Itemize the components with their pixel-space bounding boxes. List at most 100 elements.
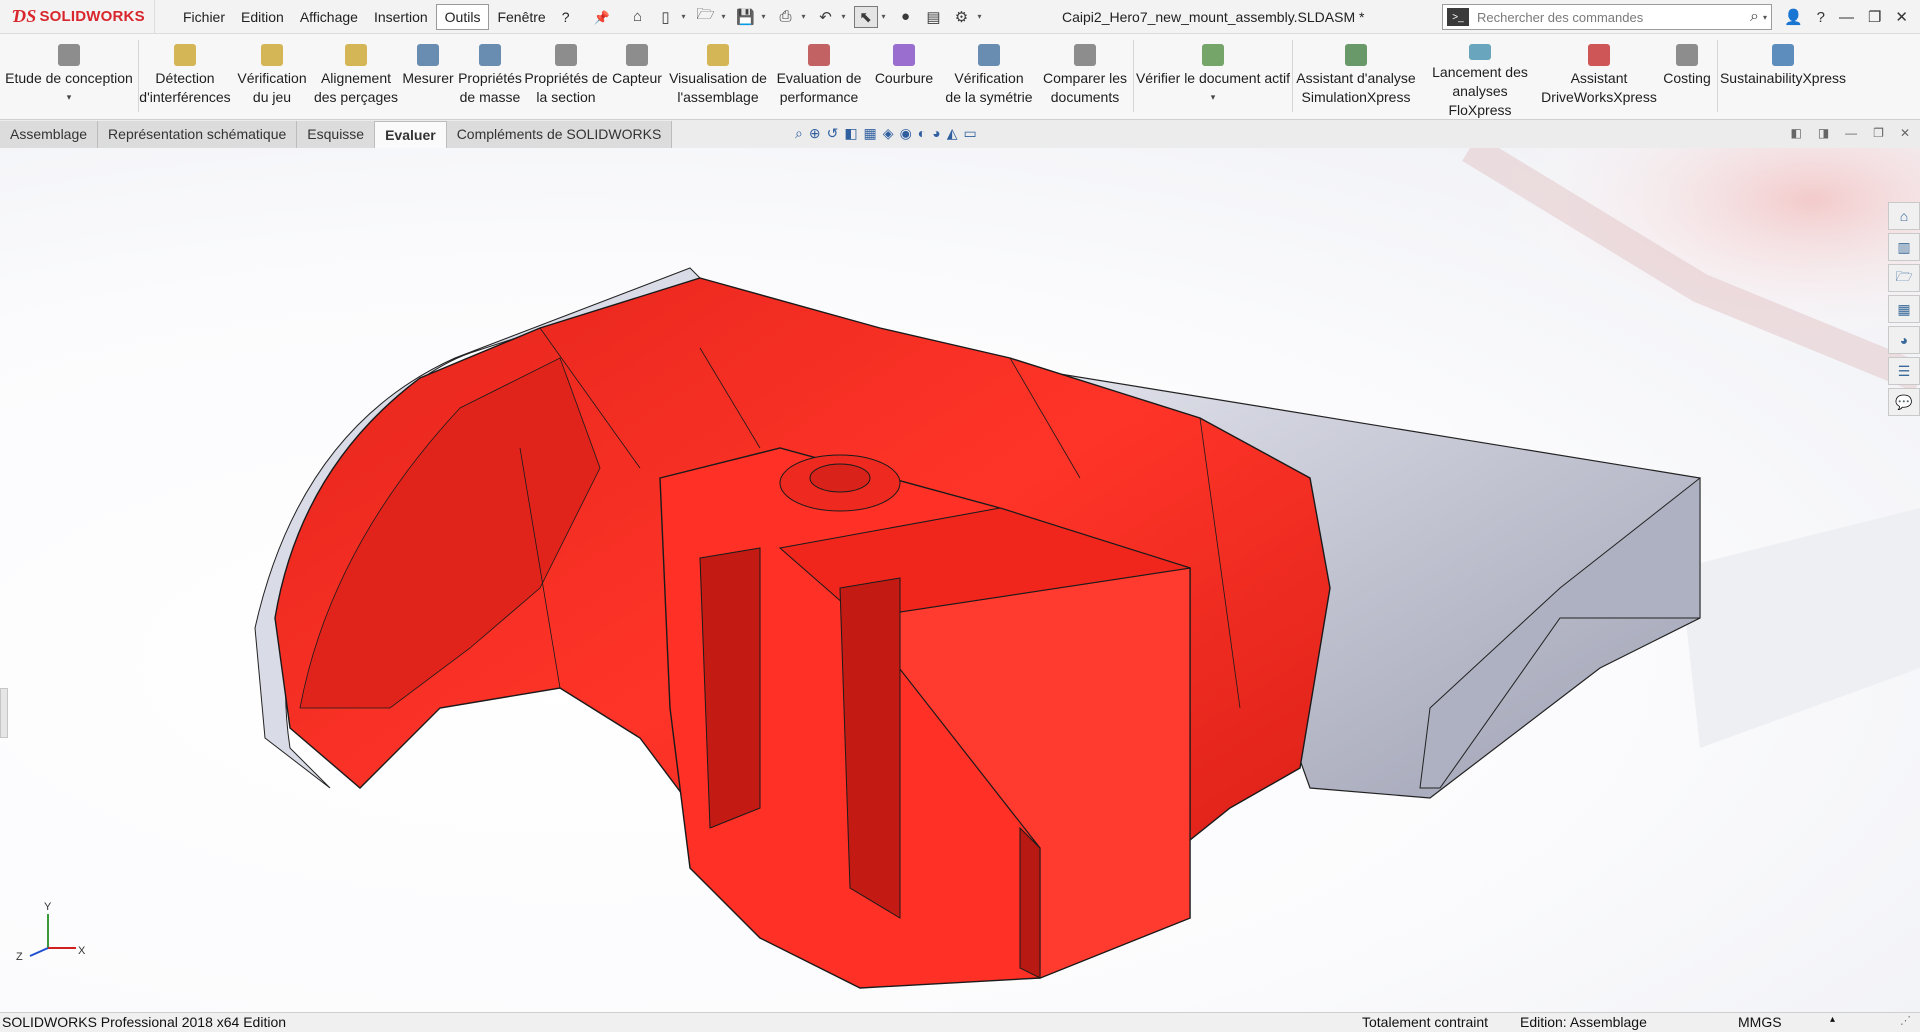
tab-2[interactable]: Esquisse [297,121,376,148]
chevron-down-icon[interactable]: ▾ [842,12,850,21]
tab-3[interactable]: Evaluer [375,121,447,148]
open-folder-icon[interactable]: 🗁 [694,6,718,28]
home-icon[interactable]: ⌂ [626,6,650,28]
ribbon-label-line1: Evaluation de [776,70,862,86]
ribbon-button-14[interactable]: Assistant d'analyse SimulationXpress [1293,34,1419,120]
heads-up-view-toolbar: ⌕ ⊕ ↺ ◧ ▦ ◈ ◉ ◐ ◕ ◭ ▭ [795,125,977,142]
menu-item-1[interactable]: Edition [233,5,292,29]
assembly-visualization-icon [707,44,729,66]
scene-icon[interactable]: ◭ [947,125,958,142]
ribbon-button-7[interactable]: Capteur [609,34,665,120]
hide-show-icon[interactable]: ◐ [918,125,926,142]
help-icon[interactable]: ? [1817,9,1825,26]
menu-item-2[interactable]: Affichage [292,5,366,29]
select-arrow-icon[interactable]: ⬉ [853,5,878,28]
print-icon[interactable]: ⎙ [774,6,798,28]
viewport-close-icon[interactable]: ✕ [1900,126,1910,140]
undo-icon[interactable]: ↶ [814,6,838,28]
split-left-icon[interactable]: ◧ [1790,126,1801,140]
ribbon-label-line2: analyses FloXpress [1448,83,1512,118]
performance-icon [808,44,830,66]
gear-icon[interactable]: ⚙ [950,6,974,28]
viewport-minimize-icon[interactable]: — [1845,126,1857,140]
ribbon-button-11[interactable]: Vérification de la symétrie [941,34,1037,120]
chevron-down-icon[interactable]: ▾ [978,12,986,21]
ribbon-button-13[interactable]: Vérifier le document actif ▾ [1134,34,1292,120]
ribbon-button-0[interactable]: Etude de conception ▾ [0,34,138,120]
status-units[interactable]: MMGS [1738,1014,1782,1030]
menu-item-0[interactable]: Fichier [175,5,233,29]
menu-item-5[interactable]: Fenêtre [489,5,553,29]
view-orientation-icon[interactable]: ◈ [883,125,894,142]
ribbon-button-18[interactable]: SustainabilityXpress [1718,34,1848,120]
chevron-down-icon[interactable]: ▾ [762,12,770,21]
file-explorer-icon[interactable]: 🗁 [1888,264,1920,292]
chevron-down-icon[interactable]: ▾ [722,12,730,21]
previous-view-icon[interactable]: ↺ [827,125,839,142]
appearance-icon[interactable]: ◕ [932,125,940,142]
ribbon-label-line1: Courbure [874,70,934,86]
chevron-down-icon[interactable]: ▾ [1763,13,1771,22]
viewport-restore-icon[interactable]: ❐ [1873,126,1884,140]
symmetry-icon [978,44,1000,66]
ribbon-button-8[interactable]: Visualisation de l'assemblage [665,34,771,120]
command-search[interactable]: >_ Rechercher des commandes ⌕ ▾ [1442,4,1772,30]
zoom-area-icon[interactable]: ⊕ [809,125,821,142]
ribbon-button-10[interactable]: Courbure [867,34,941,120]
menu-item-4[interactable]: Outils [435,3,490,30]
new-document-icon[interactable]: ▯ [654,6,678,28]
chevron-down-icon[interactable]: ▾ [802,12,810,21]
units-caret-icon[interactable]: ▴ [1830,1014,1835,1025]
task-pane-tabs: ⌂ ▥ 🗁 ▦ ◕ ☰ 💬 [1888,202,1920,416]
ribbon-button-6[interactable]: Propriétés de la section [523,34,609,120]
ribbon-button-4[interactable]: Mesurer [399,34,457,120]
ribbon-button-17[interactable]: Costing [1657,34,1717,120]
view-palette-icon[interactable]: ▦ [1888,295,1920,323]
search-icon[interactable]: ⌕ [1750,8,1759,26]
menu-item-6[interactable]: ? [554,5,578,29]
monitor-icon[interactable]: ▭ [964,125,977,142]
solidworks-logo[interactable]: ƊS SOLIDWORKS [0,0,155,34]
minimize-icon[interactable]: — [1839,9,1854,26]
display-style-icon[interactable]: ◉ [900,125,912,142]
custom-properties-icon[interactable]: ☰ [1888,357,1920,385]
ribbon-button-12[interactable]: Comparer les documents [1037,34,1133,120]
ribbon-button-15[interactable]: Lancement des analyses FloXpress [1419,34,1541,120]
restore-icon[interactable]: ❐ [1868,8,1881,26]
ribbon-button-2[interactable]: Vérification du jeu [231,34,313,120]
section-view-icon[interactable]: ◧ [844,125,857,142]
tab-4[interactable]: Compléments de SOLIDWORKS [446,121,673,148]
forum-icon[interactable]: 💬 [1888,388,1920,416]
ribbon-button-5[interactable]: Propriétés de masse [457,34,523,120]
ribbon-button-16[interactable]: Assistant DriveWorksXpress [1541,34,1657,120]
chevron-down-icon[interactable]: ▾ [1211,88,1216,107]
ribbon-button-9[interactable]: Evaluation de performance [771,34,867,120]
search-input[interactable]: Rechercher des commandes [1477,10,1750,25]
user-icon[interactable]: 👤 [1784,8,1803,26]
compare-icon [1074,44,1096,66]
3d-model-render[interactable]: Y X Z [0,148,1920,1012]
split-right-icon[interactable]: ◨ [1818,126,1829,140]
appearances-icon[interactable]: ◕ [1888,326,1920,354]
ribbon-button-3[interactable]: Alignement des perçages [313,34,399,120]
tab-0[interactable]: Assemblage [0,121,99,148]
pin-icon[interactable]: 📌 [594,10,610,25]
axis-x-label: X [78,945,86,957]
dynamic-annotation-icon[interactable]: ▦ [864,125,877,142]
chevron-down-icon[interactable]: ▾ [882,12,890,21]
zoom-to-fit-icon[interactable]: ⌕ [795,125,803,142]
close-icon[interactable]: ✕ [1895,8,1908,26]
traffic-light-icon[interactable]: ● [894,6,918,28]
ribbon-button-1[interactable]: Détection d'interférences [139,34,231,120]
save-icon[interactable]: 💾 [734,6,758,28]
design-library-icon[interactable]: ▥ [1888,233,1920,261]
chevron-down-icon[interactable]: ▾ [682,12,690,21]
file-properties-icon[interactable]: ▤ [922,6,946,28]
feature-manager-collapse-handle[interactable] [0,688,8,738]
solidworks-resources-icon[interactable]: ⌂ [1888,202,1920,230]
menu-item-3[interactable]: Insertion [366,5,436,29]
chevron-down-icon[interactable]: ▾ [67,88,72,107]
resize-grip-icon[interactable]: ⋰ [1900,1014,1911,1027]
graphics-area[interactable]: Y X Z [0,148,1920,1012]
tab-1[interactable]: Représentation schématique [98,121,298,148]
